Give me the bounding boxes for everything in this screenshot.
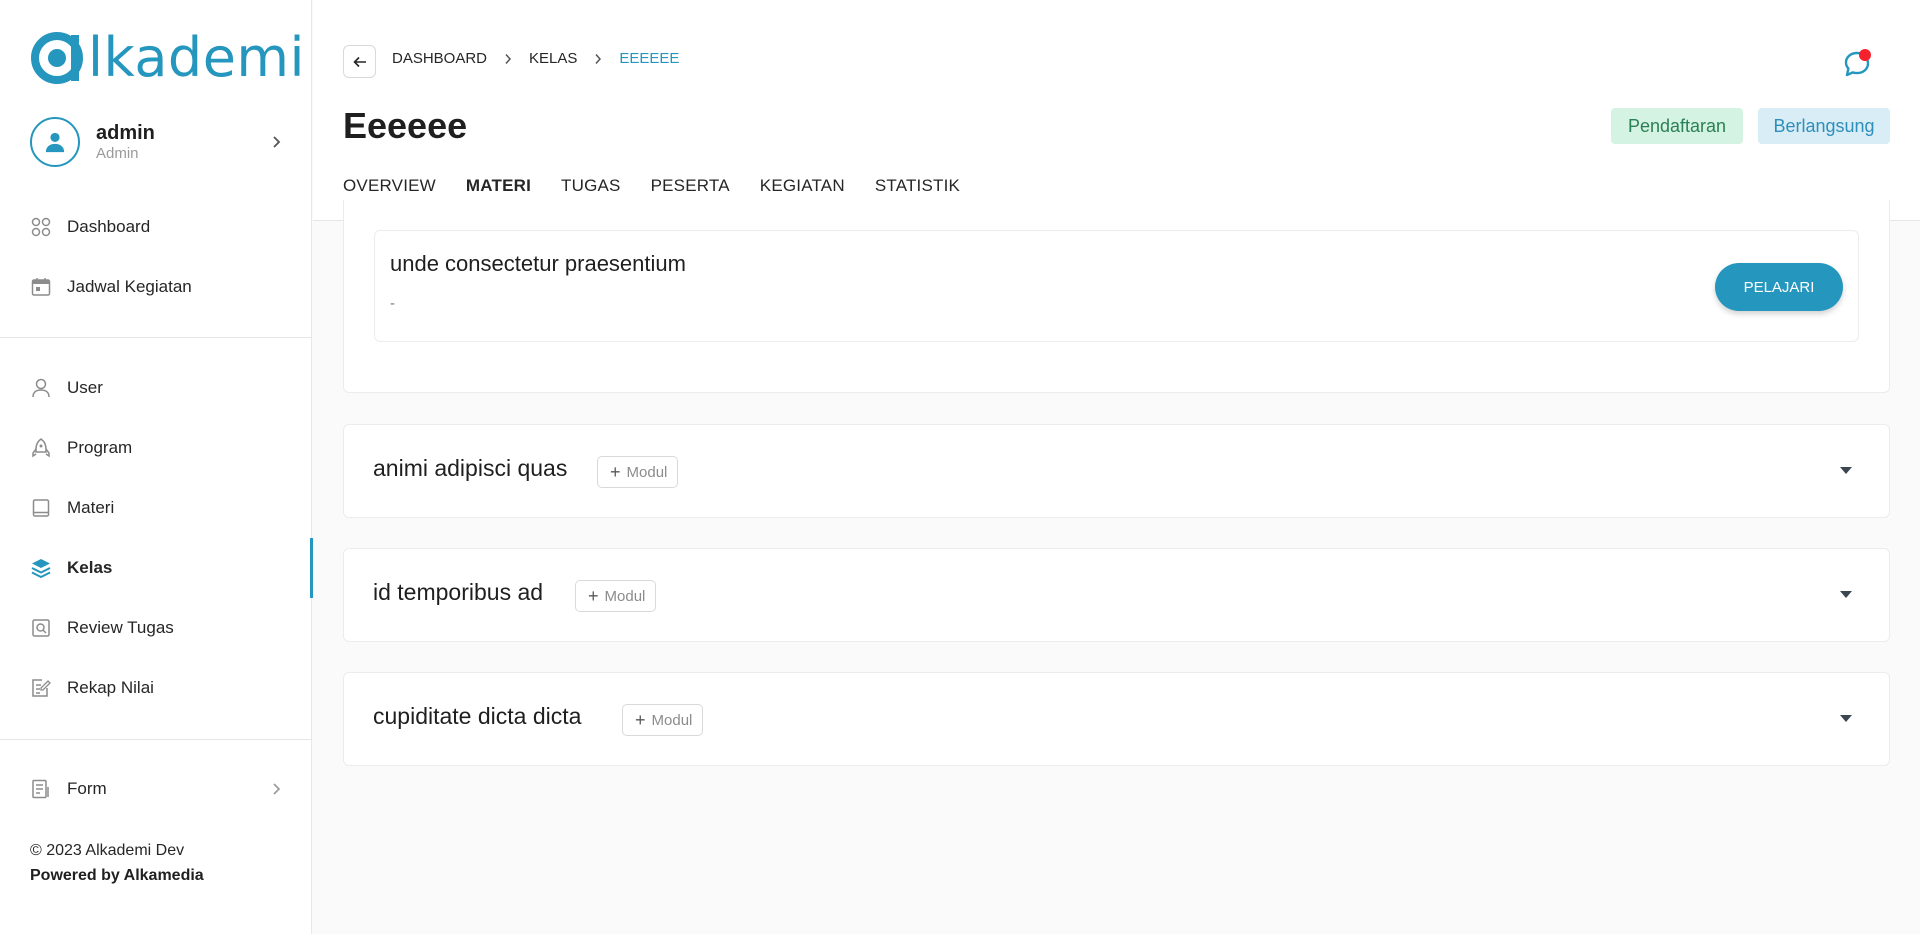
sidebar-item-label: Form	[67, 779, 107, 798]
sidebar: lkademi admin Admin Dashboard Jadwal Keg…	[0, 0, 313, 934]
logo-text: lkademi	[88, 26, 306, 89]
back-button[interactable]	[343, 45, 376, 78]
user-role: Admin	[96, 145, 139, 162]
caret-down-icon[interactable]	[1840, 715, 1852, 722]
materi-item-title: unde consectetur praesentium	[390, 251, 686, 276]
form-icon	[30, 778, 52, 800]
sidebar-item-label: Review Tugas	[67, 618, 174, 637]
add-modul-button[interactable]: + Modul	[597, 456, 679, 488]
plus-icon: +	[588, 586, 599, 606]
sidebar-item-label: Materi	[67, 498, 115, 517]
user-avatar-icon	[45, 132, 65, 153]
sidebar-item-label: Rekap Nilai	[67, 678, 154, 697]
section-title: id temporibus ad	[373, 579, 544, 605]
section-expanded-panel: unde consectetur praesentium - PELAJARI	[343, 200, 1890, 393]
plus-icon: +	[610, 462, 621, 482]
sidebar-item-materi[interactable]: Materi	[0, 486, 312, 530]
sidebar-divider	[0, 739, 312, 740]
alkademi-logo[interactable]: lkademi	[30, 28, 305, 88]
caret-down-icon[interactable]	[1840, 591, 1852, 598]
sidebar-divider	[0, 337, 312, 338]
sidebar-item-label: Kelas	[67, 558, 113, 577]
sidebar-item-program[interactable]: Program	[0, 426, 312, 470]
review-icon	[30, 617, 52, 639]
section-accordion[interactable]: cupiditate dicta dicta + Modul	[343, 672, 1890, 766]
footer-copyright: © 2023 Alkademi Dev	[30, 842, 185, 859]
sidebar-item-jadwal-kegiatan[interactable]: Jadwal Kegiatan	[0, 265, 312, 309]
calendar-icon	[30, 276, 52, 298]
grid-icon	[30, 216, 52, 238]
plus-icon: +	[635, 710, 646, 730]
chevron-right-icon	[273, 136, 281, 148]
breadcrumb: DASHBOARD KELAS EEEEEE	[392, 50, 679, 67]
notification-dot	[1859, 49, 1871, 61]
status-badge-berlangsung: Berlangsung	[1758, 108, 1890, 144]
sidebar-item-kelas[interactable]: Kelas	[0, 538, 313, 598]
materi-item-description: -	[390, 295, 395, 312]
add-modul-button[interactable]: + Modul	[575, 580, 657, 612]
page-title: Eeeeee	[343, 105, 468, 146]
book-icon	[30, 497, 52, 519]
sidebar-item-label: Jadwal Kegiatan	[67, 277, 192, 296]
sidebar-item-label: Program	[67, 438, 133, 457]
sidebar-item-rekap-nilai[interactable]: Rekap Nilai	[0, 666, 312, 710]
avatar	[30, 117, 80, 167]
rocket-icon	[30, 437, 52, 459]
add-modul-label: Modul	[651, 711, 693, 729]
alkademi-logo-mark	[31, 32, 83, 84]
breadcrumb-current: EEEEEE	[619, 50, 680, 67]
sidebar-item-dashboard[interactable]: Dashboard	[0, 205, 312, 249]
sidebar-item-label: User	[67, 378, 103, 397]
add-modul-label: Modul	[626, 463, 668, 481]
section-accordion[interactable]: id temporibus ad + Modul	[343, 548, 1890, 642]
edit-list-icon	[30, 677, 52, 699]
status-badge-pendaftaran: Pendaftaran	[1611, 108, 1743, 144]
add-modul-button[interactable]: + Modul	[622, 704, 704, 736]
breadcrumb-dashboard[interactable]: DASHBOARD	[392, 50, 487, 67]
materi-item-card: unde consectetur praesentium - PELAJARI	[374, 230, 1859, 342]
chevron-right-icon	[504, 53, 512, 65]
sidebar-item-user[interactable]: User	[0, 366, 312, 410]
footer-powered-by: Powered by Alkamedia	[30, 867, 204, 884]
sidebar-item-review-tugas[interactable]: Review Tugas	[0, 606, 312, 650]
chevron-right-icon	[273, 783, 281, 795]
breadcrumb-kelas[interactable]: KELAS	[529, 50, 577, 67]
user-name: admin	[96, 122, 155, 144]
add-modul-label: Modul	[604, 587, 646, 605]
chevron-right-icon	[594, 53, 602, 65]
arrow-left-icon	[352, 56, 366, 67]
user-icon	[30, 377, 52, 399]
sidebar-item-label: Dashboard	[67, 217, 151, 236]
sidebar-item-form[interactable]: Form	[0, 767, 312, 811]
user-profile[interactable]: admin Admin	[30, 117, 282, 167]
caret-down-icon[interactable]	[1840, 467, 1852, 474]
section-title: cupiditate dicta dicta	[373, 703, 582, 729]
layers-icon	[30, 557, 52, 579]
section-accordion[interactable]: animi adipisci quas + Modul	[343, 424, 1890, 518]
section-title: animi adipisci quas	[373, 455, 568, 481]
page-header: DASHBOARD KELAS EEEEEE Eeeeee Pendaftara…	[313, 0, 1920, 221]
pelajari-button[interactable]: PELAJARI	[1715, 263, 1843, 311]
